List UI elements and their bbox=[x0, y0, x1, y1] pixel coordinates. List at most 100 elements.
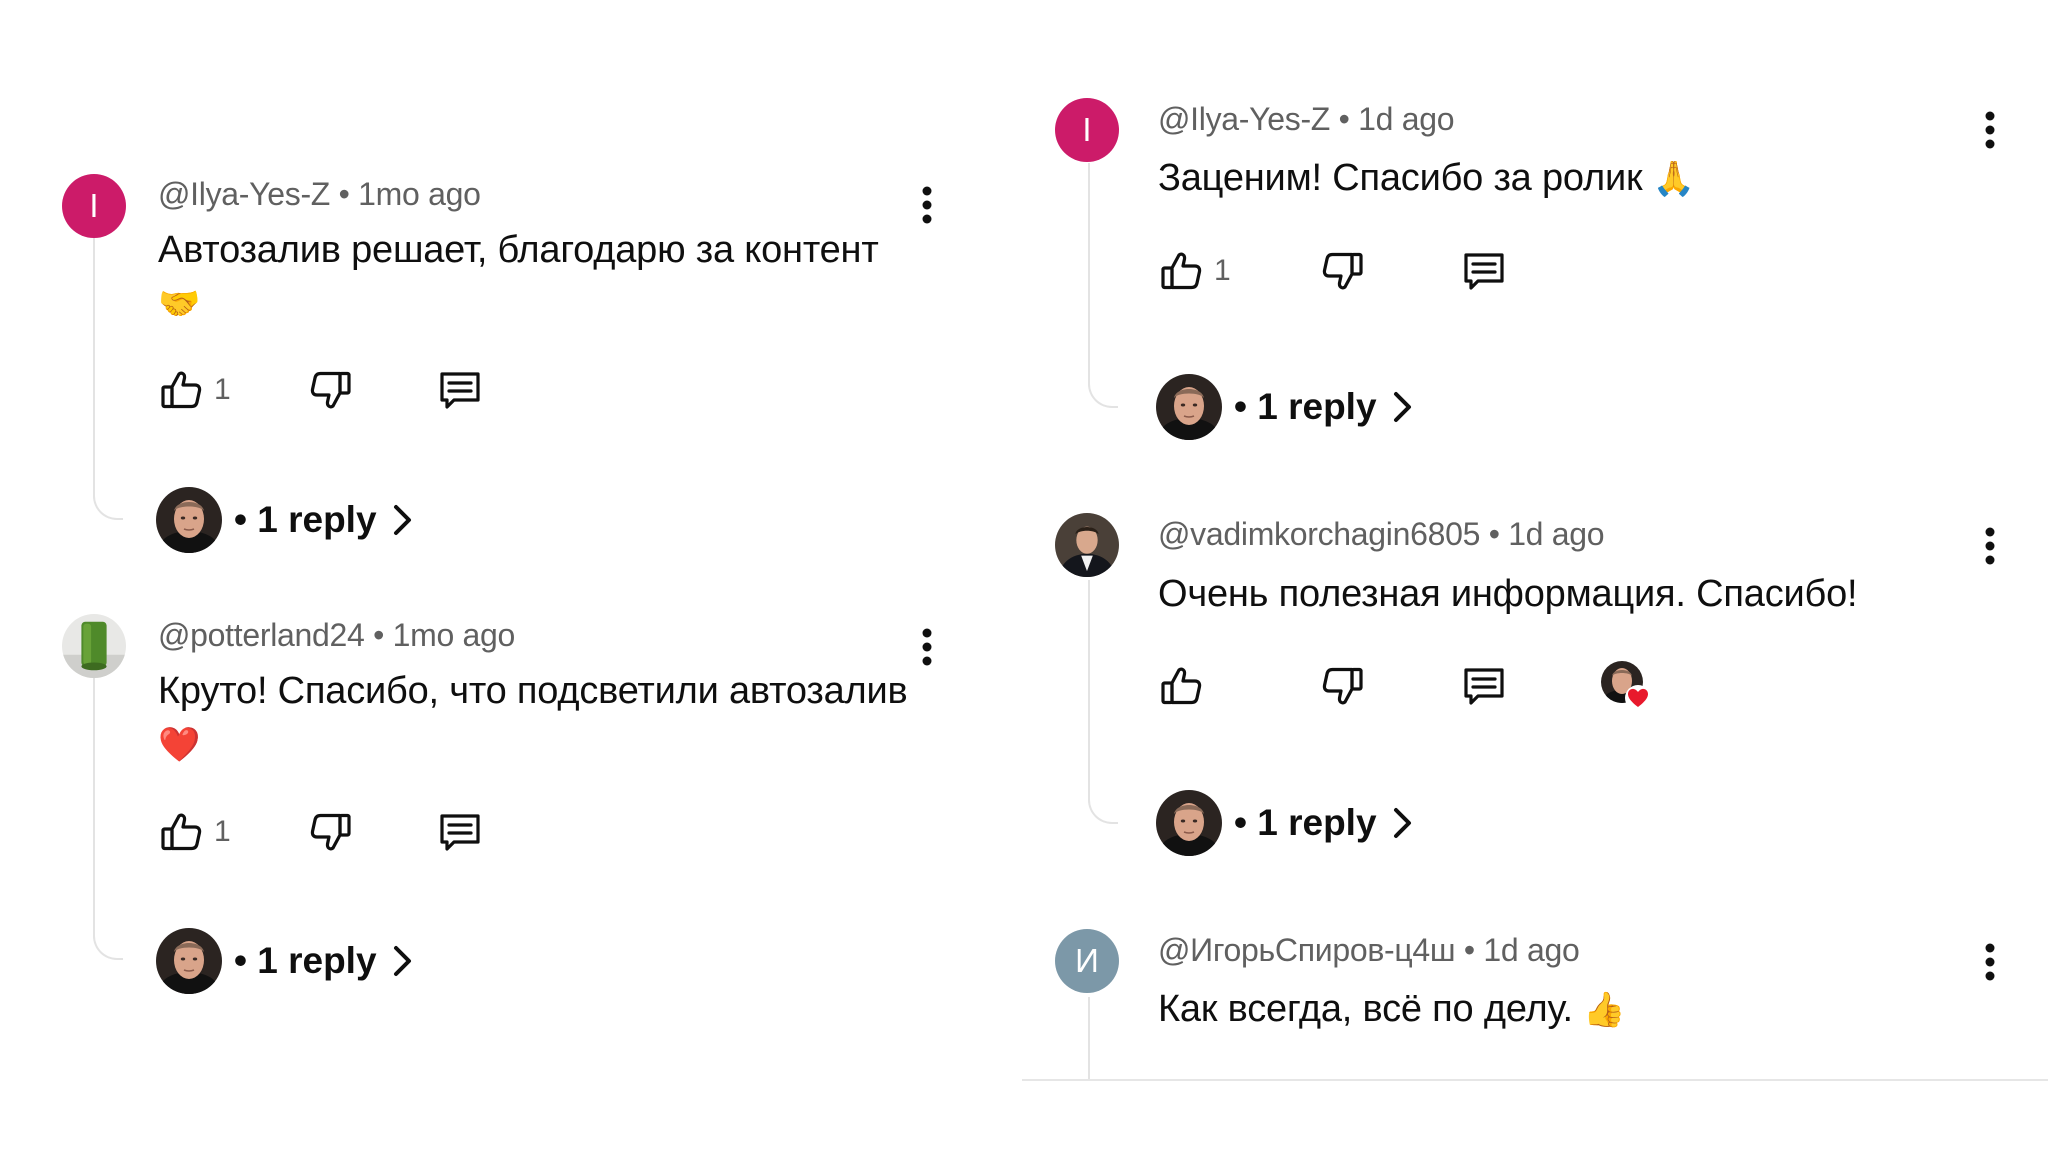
like-button[interactable]: 1 bbox=[158, 360, 231, 420]
handshake-emoji: 🤝 bbox=[158, 284, 201, 324]
comment-body: Очень полезная информация. Спасибо! bbox=[1158, 573, 1858, 615]
reply-button[interactable] bbox=[1460, 656, 1508, 716]
more-options-button[interactable] bbox=[1975, 939, 2005, 985]
author-handle[interactable]: @ИгорьСпиров-ц4ш bbox=[1158, 932, 1456, 968]
like-button[interactable] bbox=[1158, 656, 1206, 716]
more-vert-icon bbox=[912, 624, 942, 670]
comment-body: Автозалив решает, благодарю за контент bbox=[158, 229, 879, 271]
view-replies-button[interactable]: • 1 reply bbox=[1156, 372, 1417, 442]
avatar-letter: И bbox=[1075, 942, 1099, 979]
more-vert-icon bbox=[1975, 107, 2005, 153]
creator-heart-icon bbox=[1601, 661, 1651, 711]
comment-body: Заценим! Спасибо за ролик bbox=[1158, 157, 1643, 199]
more-options-button[interactable] bbox=[1975, 523, 2005, 569]
avatar-photo-icon bbox=[62, 614, 126, 678]
comments-panel-left: I @Ilya-Yes-Z • 1mo ago Автозалив решает… bbox=[0, 0, 1010, 1152]
comment-text: Как всегда, всё по делу. 👍 bbox=[1158, 983, 1958, 1037]
dislike-icon bbox=[306, 808, 354, 856]
person-photo-icon bbox=[1156, 790, 1222, 856]
avatar[interactable]: И bbox=[1055, 929, 1119, 993]
comment-actions: 1 bbox=[1158, 241, 1538, 301]
like-button[interactable]: 1 bbox=[158, 802, 231, 862]
chevron-right-icon bbox=[1387, 803, 1417, 843]
view-replies-button[interactable]: • 1 reply bbox=[1156, 788, 1417, 858]
avatar[interactable]: I bbox=[1055, 98, 1119, 162]
meta-separator: • bbox=[1488, 516, 1500, 552]
meta-separator: • bbox=[1463, 932, 1475, 968]
dislike-button[interactable] bbox=[1318, 656, 1366, 716]
red-heart-emoji: ❤️ bbox=[158, 725, 201, 765]
thumbs-up-emoji: 👍 bbox=[1583, 990, 1626, 1030]
comment-actions: 1 bbox=[158, 360, 518, 420]
comment-meta: @Ilya-Yes-Z • 1mo ago bbox=[158, 176, 481, 213]
more-options-button[interactable] bbox=[912, 182, 942, 228]
more-vert-icon bbox=[1975, 523, 2005, 569]
comment-meta: @ИгорьСпиров-ц4ш • 1d ago bbox=[1158, 932, 1580, 969]
dislike-button[interactable] bbox=[306, 360, 354, 420]
replies-count: • 1 reply bbox=[1234, 802, 1377, 843]
more-vert-icon bbox=[912, 182, 942, 228]
comment-body: Как всегда, всё по делу. bbox=[1158, 988, 1573, 1030]
comment-time: 1d ago bbox=[1358, 101, 1455, 137]
meta-separator: • bbox=[373, 617, 385, 653]
comment-meta: @vadimkorchagin6805 • 1d ago bbox=[1158, 516, 1605, 553]
comment-text: Автозалив решает, благодарю за контент 🤝 bbox=[158, 224, 918, 331]
avatar-photo-icon bbox=[1055, 513, 1119, 577]
avatar[interactable] bbox=[1055, 513, 1119, 577]
author-handle[interactable]: @Ilya-Yes-Z bbox=[158, 176, 330, 212]
person-photo-icon bbox=[156, 928, 222, 994]
thread-line bbox=[1088, 163, 1118, 408]
dislike-icon bbox=[1318, 247, 1366, 295]
comments-panel-right: I @Ilya-Yes-Z • 1d ago Заценим! Спасибо … bbox=[1010, 0, 2048, 1152]
panel-bottom-divider bbox=[1022, 1079, 2048, 1081]
dislike-button[interactable] bbox=[306, 802, 354, 862]
person-photo-icon bbox=[1156, 374, 1222, 440]
like-icon bbox=[1158, 662, 1206, 710]
reply-button[interactable] bbox=[1460, 241, 1508, 301]
chevron-right-icon bbox=[1387, 387, 1417, 427]
author-handle[interactable]: @vadimkorchagin6805 bbox=[1158, 516, 1480, 552]
reply-button[interactable] bbox=[436, 360, 484, 420]
dislike-icon bbox=[306, 366, 354, 414]
chevron-right-icon bbox=[387, 500, 417, 540]
like-count: 1 bbox=[1214, 254, 1231, 287]
thread-line bbox=[1088, 580, 1118, 824]
comment-actions: 1 bbox=[158, 802, 518, 862]
reply-button[interactable] bbox=[436, 802, 484, 862]
like-button[interactable]: 1 bbox=[1158, 241, 1231, 301]
reply-icon bbox=[1460, 247, 1508, 295]
like-icon bbox=[158, 808, 206, 856]
creator-heart-badge bbox=[1600, 660, 1652, 712]
reply-author-avatar bbox=[156, 928, 222, 994]
view-replies-button[interactable]: • 1 reply bbox=[156, 485, 417, 555]
reply-author-avatar bbox=[1156, 790, 1222, 856]
meta-separator: • bbox=[338, 176, 350, 212]
view-replies-button[interactable]: • 1 reply bbox=[156, 926, 417, 996]
like-count: 1 bbox=[214, 815, 231, 848]
avatar-letter: I bbox=[1082, 111, 1092, 148]
dislike-button[interactable] bbox=[1318, 241, 1366, 301]
reply-icon bbox=[1460, 662, 1508, 710]
more-options-button[interactable] bbox=[912, 624, 942, 670]
thread-line bbox=[93, 678, 123, 960]
replies-count: • 1 reply bbox=[234, 940, 377, 981]
thread-line bbox=[93, 238, 123, 520]
avatar[interactable] bbox=[62, 614, 126, 678]
author-handle[interactable]: @Ilya-Yes-Z bbox=[1158, 101, 1330, 137]
comment-body: Круто! Спасибо, что подсветили автозалив bbox=[158, 670, 908, 712]
reply-icon bbox=[436, 808, 484, 856]
comment-text: Очень полезная информация. Спасибо! bbox=[1158, 568, 1988, 621]
more-options-button[interactable] bbox=[1975, 107, 2005, 153]
more-vert-icon bbox=[1975, 939, 2005, 985]
dislike-icon bbox=[1318, 662, 1366, 710]
chevron-right-icon bbox=[387, 941, 417, 981]
thread-line bbox=[1088, 997, 1118, 1079]
reply-author-avatar bbox=[1156, 374, 1222, 440]
avatar[interactable]: I bbox=[62, 174, 126, 238]
comment-meta: @Ilya-Yes-Z • 1d ago bbox=[1158, 101, 1455, 138]
author-handle[interactable]: @potterland24 bbox=[158, 617, 365, 653]
comment-text: Круто! Спасибо, что подсветили автозалив… bbox=[158, 665, 938, 772]
replies-count: • 1 reply bbox=[234, 499, 377, 540]
comment-actions bbox=[1158, 656, 1558, 716]
replies-count: • 1 reply bbox=[1234, 386, 1377, 427]
